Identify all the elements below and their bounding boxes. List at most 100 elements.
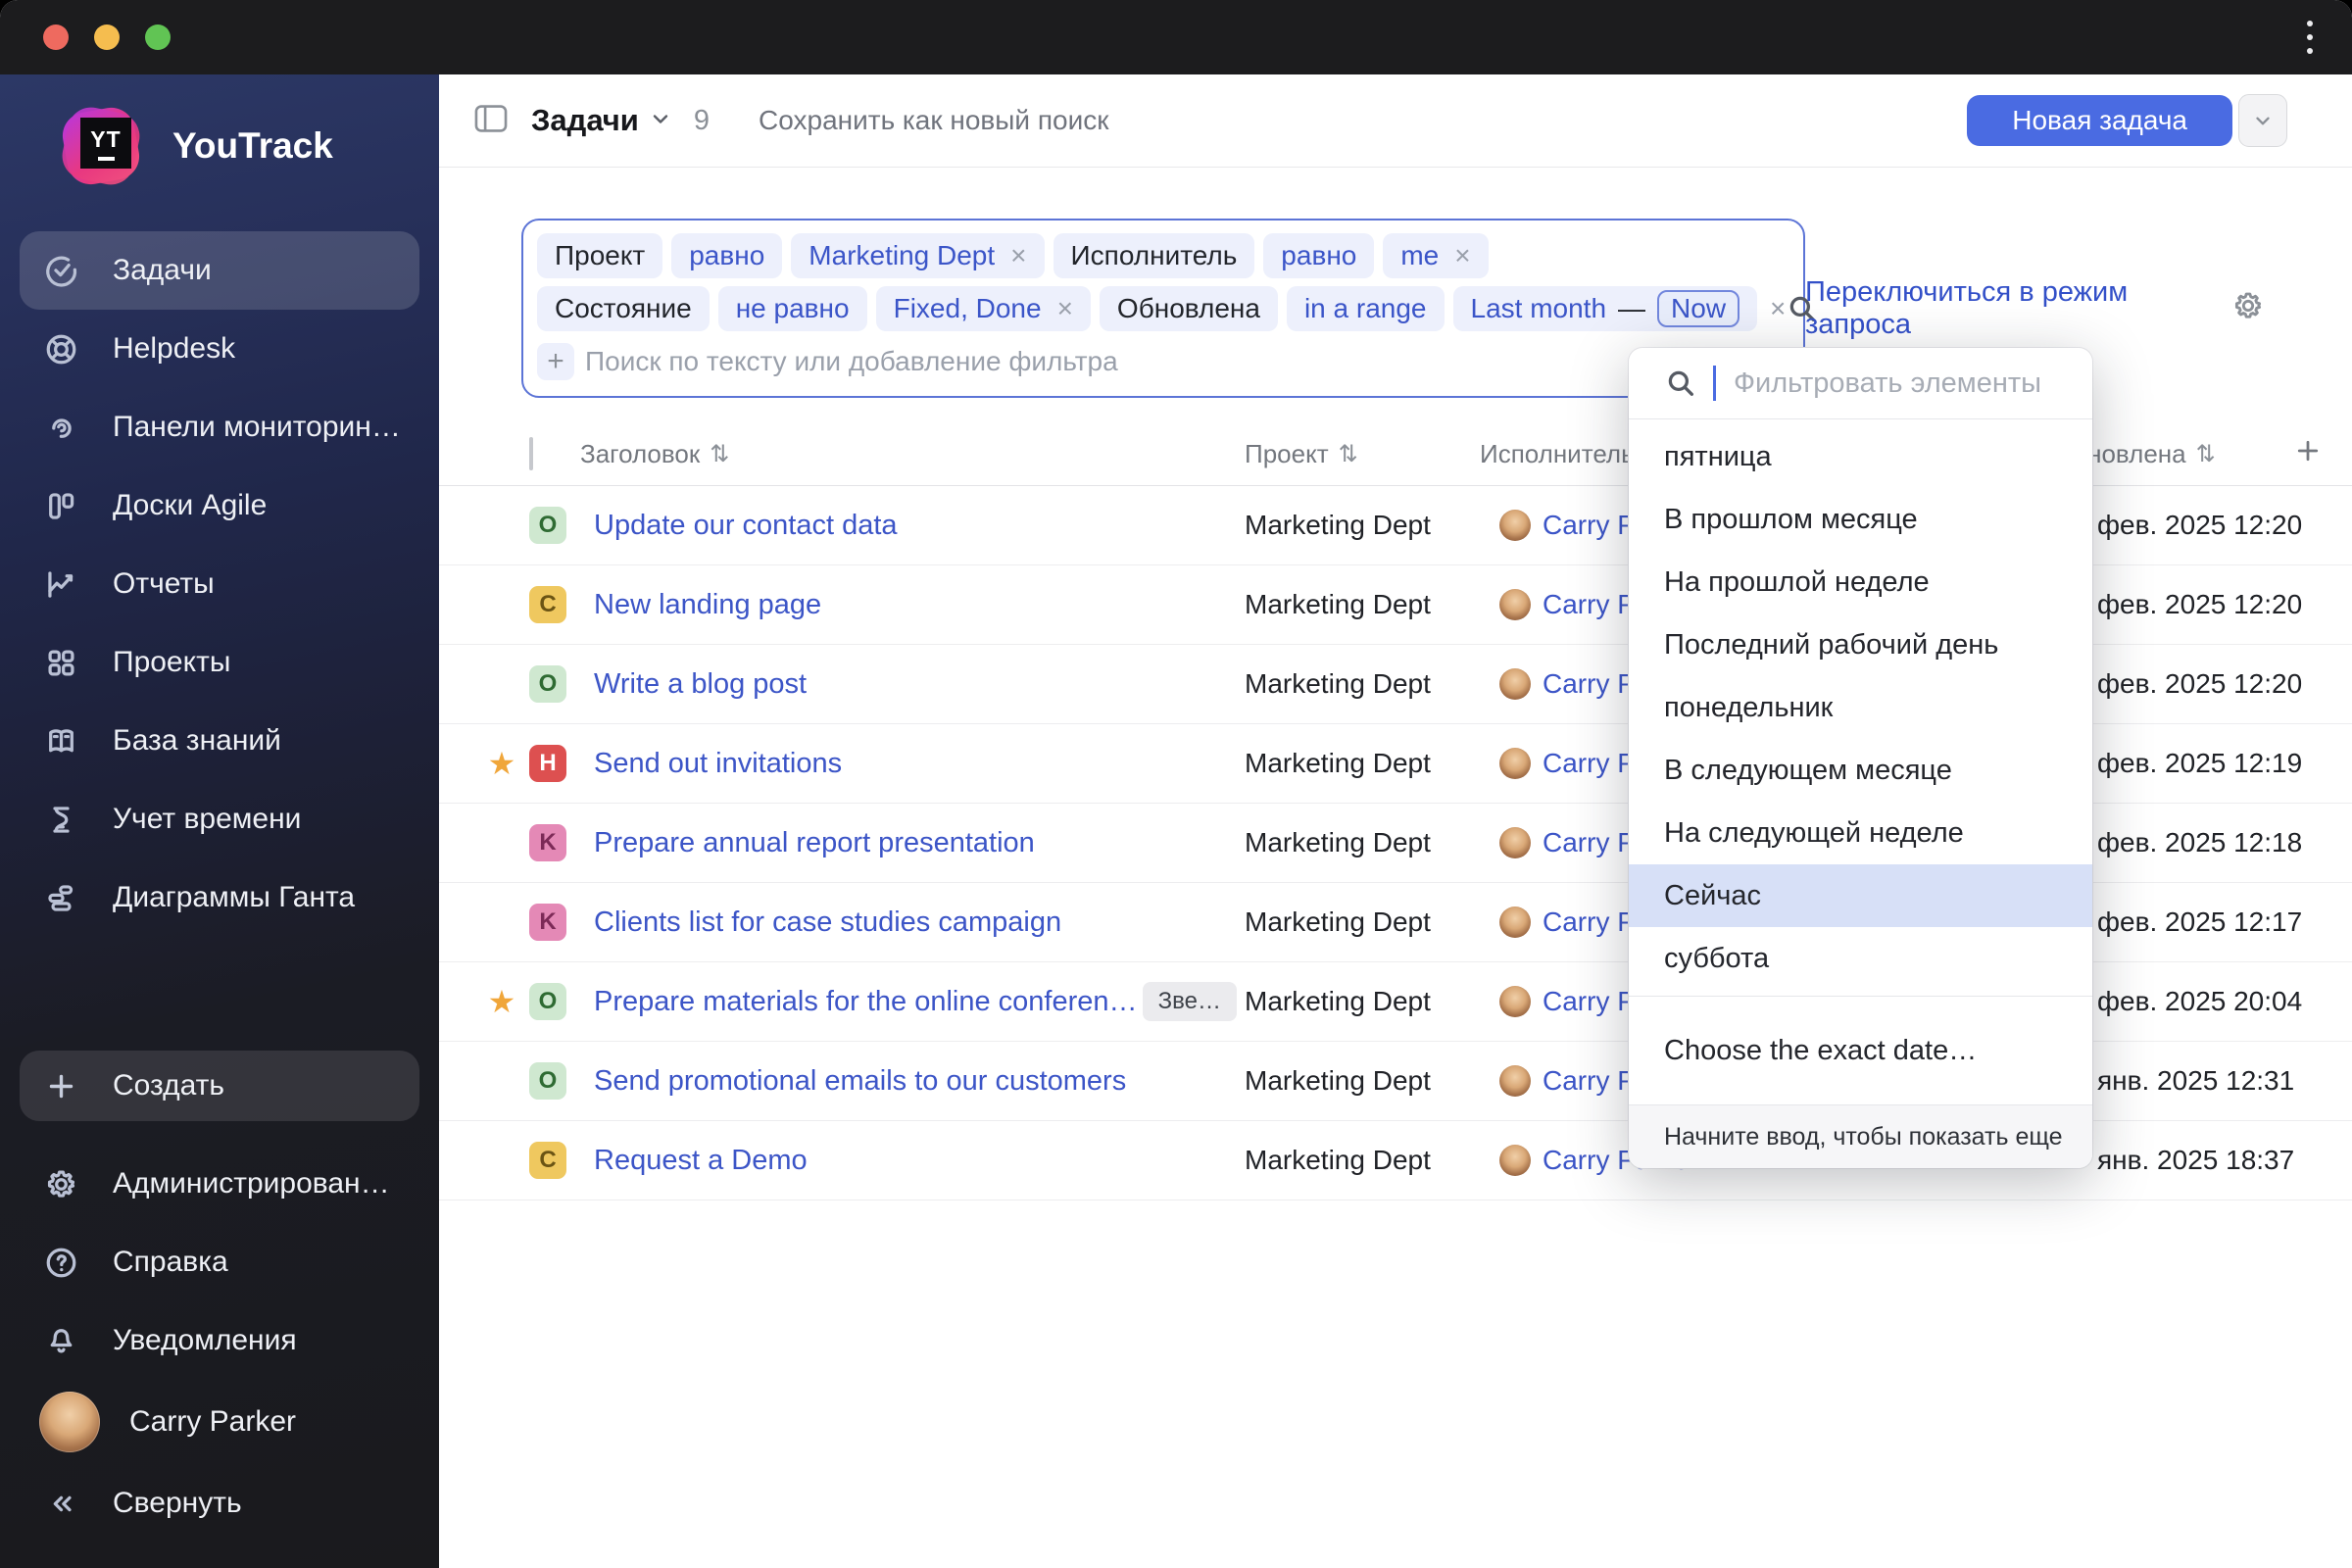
sidebar-item-knowledge-base[interactable]: База знаний (20, 702, 419, 780)
query-mode-link[interactable]: Переключиться в режим запроса (1805, 276, 2185, 341)
sidebar-item-helpdesk[interactable]: Helpdesk (20, 310, 419, 388)
filter-op-chip[interactable]: равно (671, 232, 783, 278)
issue-title-link[interactable]: Send promotional emails to our customers (594, 1065, 1126, 1098)
remove-filter-icon[interactable]: × (1770, 293, 1786, 324)
chevrons-left-icon (53, 1495, 72, 1511)
kebab-menu-icon[interactable] (2301, 15, 2319, 60)
issue-type-badge: K (529, 824, 566, 861)
save-search-button[interactable]: Сохранить как новый поиск (759, 105, 1108, 136)
filter-value-chip[interactable]: Fixed, Done × (875, 285, 1091, 331)
issue-project: Marketing Dept (1245, 1145, 1431, 1175)
issue-type-badge: O (529, 507, 566, 544)
dropdown-filter-input[interactable] (1732, 366, 2073, 401)
add-filter-icon[interactable]: + (537, 342, 574, 380)
issue-title-link[interactable]: Write a blog post (594, 668, 807, 701)
filter-field-chip[interactable]: Исполнитель (1053, 232, 1255, 278)
minimize-window-button[interactable] (94, 24, 120, 50)
assignee-avatar (1499, 510, 1531, 541)
sidebar-item-agile-boards[interactable]: Доски Agile (20, 466, 419, 545)
dropdown-item[interactable]: суббота (1629, 927, 2092, 990)
issue-tag[interactable]: Зве… (1142, 982, 1237, 1021)
filter-search-input[interactable] (583, 344, 1787, 378)
sidebar-item-reports[interactable]: Отчеты (20, 545, 419, 623)
dropdown-item[interactable]: В прошлом месяце (1629, 488, 2092, 551)
youtrack-logo[interactable]: YT YouTrack (0, 74, 439, 204)
sort-icon: ⇅ (1338, 440, 1358, 467)
filter-op-chip[interactable]: равно (1263, 232, 1375, 278)
filter-field-chip[interactable]: Состояние (537, 285, 710, 331)
create-button[interactable]: Создать (20, 1051, 419, 1121)
gear-icon (47, 1170, 75, 1198)
issue-title-link[interactable]: Send out invitations (594, 748, 842, 780)
dropdown-search-row[interactable] (1629, 348, 2092, 419)
range-end-token[interactable]: Now (1657, 289, 1740, 327)
sidebar-item-notifications[interactable]: Уведомления (20, 1301, 419, 1380)
page-title: Задачи (531, 103, 639, 137)
filter-value-chip[interactable]: Marketing Dept × (791, 232, 1045, 278)
column-header-project[interactable]: Проект ⇅ (1245, 439, 1480, 469)
topbar: Задачи 9 Сохранить как новый поиск Новая… (439, 74, 2352, 168)
filter-box[interactable]: Проект равно Marketing Dept × Исполнител… (521, 219, 1816, 398)
dropdown-item[interactable]: пятница (1629, 425, 2092, 488)
issue-project: Marketing Dept (1245, 589, 1431, 619)
assignee-avatar (1499, 1145, 1531, 1176)
issue-title-link[interactable]: Prepare annual report presentation (594, 827, 1035, 859)
filter-field-chip[interactable]: Проект (537, 232, 663, 278)
agile-board-icon (49, 492, 74, 519)
issue-type-badge: O (529, 665, 566, 703)
issue-type-badge: C (529, 1142, 566, 1179)
lifebuoy-icon (46, 334, 76, 364)
filter-op-chip[interactable]: не равно (717, 285, 867, 331)
close-window-button[interactable] (43, 24, 69, 50)
search-settings-gear-icon[interactable] (2230, 288, 2266, 328)
dropdown-item[interactable]: В следующем месяце (1629, 739, 2092, 802)
dropdown-item[interactable]: На следующей неделе (1629, 802, 2092, 864)
star-icon[interactable]: ★ (474, 748, 529, 779)
issue-title-link[interactable]: Clients list for case studies campaign (594, 906, 1061, 939)
titlebar (0, 0, 2352, 74)
assignee-avatar (1499, 748, 1531, 779)
sidebar-item-projects[interactable]: Проекты (20, 623, 419, 702)
issue-title-link[interactable]: Update our contact data (594, 510, 898, 542)
sidebar-collapse-button[interactable]: Свернуть (20, 1464, 419, 1543)
star-icon[interactable]: ★ (474, 986, 529, 1017)
filter-value-chip[interactable]: me × (1383, 232, 1489, 278)
sidebar-item-tasks[interactable]: Задачи (20, 231, 419, 310)
dropdown-item[interactable]: На прошлой неделе (1629, 551, 2092, 613)
filter-field-chip[interactable]: Обновлена (1099, 285, 1278, 331)
filter-range-chip[interactable]: Last month — Now (1452, 285, 1758, 331)
dropdown-item-highlighted[interactable]: Сейчас (1629, 864, 2092, 927)
new-task-button[interactable]: Новая задача (1967, 95, 2232, 146)
choose-exact-date-item[interactable]: Choose the exact date… (1629, 996, 2092, 1104)
sidebar-item-gantt-charts[interactable]: Диаграммы Ганта (20, 858, 419, 937)
filter-op-chip[interactable]: in a range (1286, 285, 1445, 331)
zoom-window-button[interactable] (145, 24, 171, 50)
sidebar-item-dashboards[interactable]: Панели мониторин… (20, 388, 419, 466)
sidebar-item-time-tracking[interactable]: Учет времени (20, 780, 419, 858)
select-all-checkbox[interactable] (529, 436, 533, 470)
remove-filter-icon[interactable]: × (1010, 240, 1026, 271)
new-task-dropdown-button[interactable] (2238, 94, 2287, 147)
issue-title-link[interactable]: New landing page (594, 589, 821, 621)
title-chevron-down-icon[interactable] (639, 107, 672, 135)
column-header-title[interactable]: Заголовок ⇅ (580, 439, 1245, 469)
issue-title-link[interactable]: Request a Demo (594, 1145, 808, 1177)
youtrack-logo-icon: YT (57, 102, 145, 190)
dropdown-list: пятница В прошлом месяце На прошлой неде… (1629, 419, 2092, 996)
issue-type-badge: C (529, 586, 566, 623)
remove-filter-icon[interactable]: × (1057, 293, 1073, 324)
search-icon (1668, 370, 1693, 396)
dropdown-item[interactable]: понедельник (1629, 676, 2092, 739)
remove-filter-icon[interactable]: × (1454, 240, 1470, 271)
sidebar-toggle-icon[interactable] (474, 104, 508, 138)
question-circle-icon (46, 1248, 76, 1277)
app-window: YT YouTrack Задачи Helpdesk Панели монит… (0, 0, 2352, 1568)
user-menu[interactable]: Carry Parker (20, 1380, 419, 1464)
sidebar-item-help[interactable]: Справка (20, 1223, 419, 1301)
time-hourglass-icon (53, 806, 70, 833)
dropdown-footer-hint: Начните ввод, чтобы показать еще (1629, 1104, 2092, 1168)
sidebar-item-administration[interactable]: Администрирован… (20, 1145, 419, 1223)
add-column-button[interactable] (2293, 436, 2352, 472)
issue-title-link[interactable]: Prepare materials for the online confere… (594, 986, 1138, 1018)
dropdown-item[interactable]: Последний рабочий день (1629, 613, 2092, 676)
